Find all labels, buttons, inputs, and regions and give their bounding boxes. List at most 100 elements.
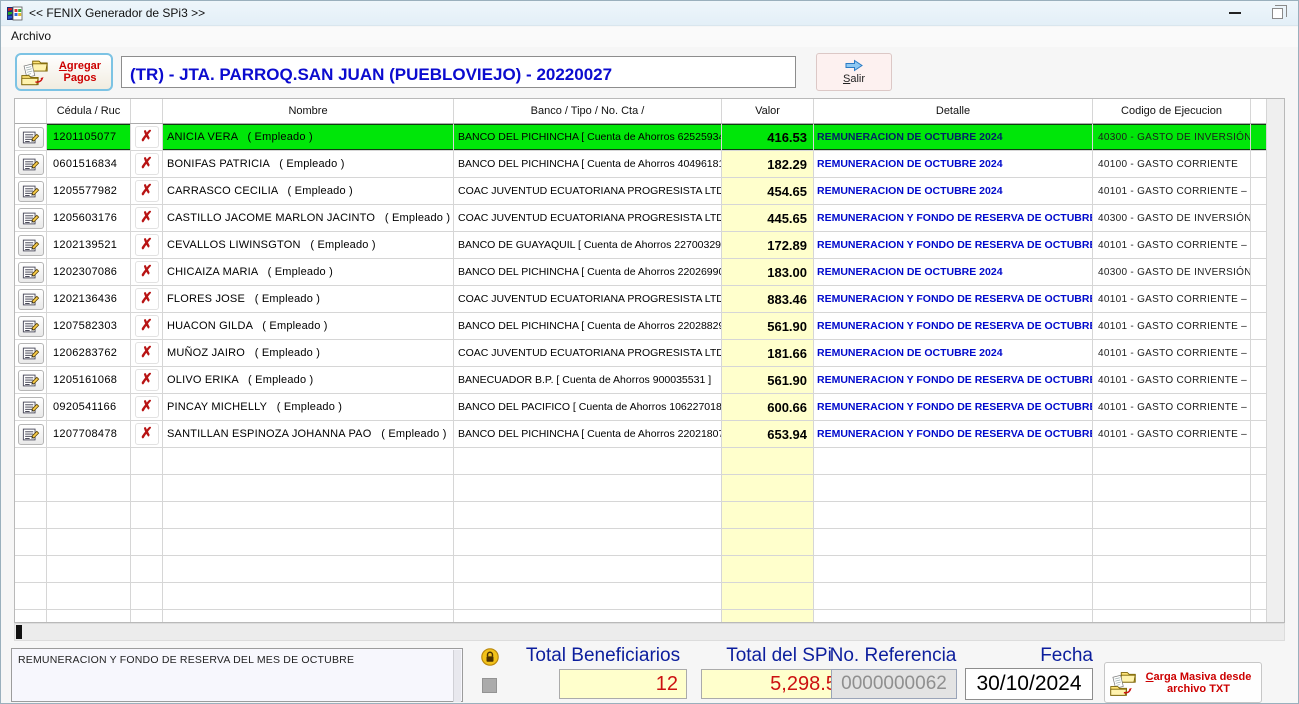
- banco-cell: COAC JUVENTUD ECUATORIANA PROGRESISTA LT…: [454, 340, 722, 367]
- carga-masiva-label: Carga Masiva desde archivo TXT: [1140, 671, 1257, 695]
- edit-row-button[interactable]: [18, 424, 44, 445]
- table-row[interactable]: 1202136436✗FLORES JOSE ( Empleado )COAC …: [15, 286, 1284, 313]
- delete-row-button[interactable]: ✗: [135, 369, 159, 391]
- detalle-cell: [814, 502, 1093, 529]
- table-row[interactable]: 0920541166✗PINCAY MICHELLY ( Empleado )B…: [15, 394, 1284, 421]
- table-row-empty[interactable]: [15, 610, 1284, 623]
- table-row-empty[interactable]: [15, 556, 1284, 583]
- delete-row-button[interactable]: ✗: [135, 288, 159, 310]
- edit-icon: [22, 157, 40, 172]
- cedula-cell: [47, 448, 131, 475]
- delete-cell: ✗: [131, 178, 163, 205]
- delete-row-button[interactable]: ✗: [135, 342, 159, 364]
- table-row-empty[interactable]: [15, 583, 1284, 610]
- edit-row-button[interactable]: [18, 316, 44, 337]
- table-row[interactable]: 1207582303✗HUACON GILDA ( Empleado )BANC…: [15, 313, 1284, 340]
- carga-masiva-button[interactable]: Carga Masiva desde archivo TXT: [1104, 662, 1262, 703]
- edit-row-button[interactable]: [18, 397, 44, 418]
- edit-row-button[interactable]: [18, 370, 44, 391]
- table-row-empty[interactable]: [15, 502, 1284, 529]
- delete-cell: [131, 475, 163, 502]
- nombre-cell: CEVALLOS LIWINSGTON ( Empleado ): [163, 232, 454, 259]
- header-edit: [15, 99, 47, 123]
- delete-row-button[interactable]: ✗: [135, 234, 159, 256]
- edit-row-button[interactable]: [18, 208, 44, 229]
- banco-cell: COAC JUVENTUD ECUATORIANA PROGRESISTA LT…: [454, 178, 722, 205]
- delete-row-button[interactable]: ✗: [135, 207, 159, 229]
- exit-arrow-icon: [844, 59, 864, 72]
- salir-button[interactable]: Salir: [816, 53, 892, 91]
- edit-cell: [15, 151, 47, 178]
- delete-row-button[interactable]: ✗: [135, 423, 159, 445]
- delete-row-button[interactable]: ✗: [135, 315, 159, 337]
- edit-cell: [15, 232, 47, 259]
- edit-row-button[interactable]: [18, 262, 44, 283]
- valor-cell: 454.65: [722, 178, 814, 205]
- cedula-cell: 1205161068: [47, 367, 131, 394]
- h-scrollbar-thumb[interactable]: [16, 625, 22, 639]
- table-row-empty[interactable]: [15, 448, 1284, 475]
- edit-icon: [22, 400, 40, 415]
- table-row[interactable]: 1202139521✗CEVALLOS LIWINSGTON ( Emplead…: [15, 232, 1284, 259]
- banco-cell: BANECUADOR B.P. [ Cuenta de Ahorros 9000…: [454, 367, 722, 394]
- table-row-empty[interactable]: [15, 529, 1284, 556]
- table-row-empty[interactable]: [15, 475, 1284, 502]
- table-row[interactable]: 1205603176✗CASTILLO JACOME MARLON JACINT…: [15, 205, 1284, 232]
- edit-cell: [15, 367, 47, 394]
- delete-cell: [131, 448, 163, 475]
- agregar-pagos-label: Agregar Pagos: [52, 60, 108, 84]
- valor-cell: 183.00: [722, 259, 814, 286]
- edit-cell: [15, 502, 47, 529]
- delete-cell: ✗: [131, 232, 163, 259]
- agregar-pagos-button[interactable]: Agregar Pagos: [15, 53, 113, 91]
- horizontal-scrollbar[interactable]: [14, 623, 1285, 641]
- observacion-scrollbar[interactable]: [453, 650, 461, 702]
- edit-row-button[interactable]: [18, 154, 44, 175]
- edit-cell: [15, 394, 47, 421]
- delete-cell: [131, 610, 163, 623]
- banco-cell: [454, 475, 722, 502]
- maximize-button[interactable]: [1260, 3, 1294, 23]
- valor-cell: 561.90: [722, 367, 814, 394]
- fecha-label: Fecha: [1001, 645, 1093, 667]
- vertical-scrollbar[interactable]: [1266, 99, 1284, 622]
- table-row[interactable]: 0601516834✗BONIFAS PATRICIA ( Empleado )…: [15, 151, 1284, 178]
- codigo-cell: [1093, 556, 1251, 583]
- menu-bar: Archivo: [1, 27, 1298, 47]
- table-row[interactable]: 1207708478✗SANTILLAN ESPINOZA JOHANNA PA…: [15, 421, 1284, 448]
- delete-row-button[interactable]: ✗: [135, 261, 159, 283]
- detalle-cell: REMUNERACION Y FONDO DE RESERVA DE OCTUB…: [814, 313, 1093, 340]
- edit-row-button[interactable]: [18, 235, 44, 256]
- delete-cell: [131, 502, 163, 529]
- cedula-cell: [47, 556, 131, 583]
- restore-icon: [1272, 8, 1283, 19]
- window-title: << FENIX Generador de SPi3 >>: [29, 6, 205, 20]
- delete-row-button[interactable]: ✗: [135, 126, 159, 148]
- nombre-cell: [163, 610, 454, 623]
- delete-row-button[interactable]: ✗: [135, 153, 159, 175]
- edit-cell: [15, 556, 47, 583]
- table-row[interactable]: 1206283762✗MUÑOZ JAIRO ( Empleado )COAC …: [15, 340, 1284, 367]
- edit-row-button[interactable]: [18, 343, 44, 364]
- table-row[interactable]: 1205161068✗OLIVO ERIKA ( Empleado )BANEC…: [15, 367, 1284, 394]
- edit-row-button[interactable]: [18, 289, 44, 310]
- delete-row-button[interactable]: ✗: [135, 180, 159, 202]
- table-row[interactable]: 1205577982✗CARRASCO CECILIA ( Empleado )…: [15, 178, 1284, 205]
- header-banco: Banco / Tipo / No. Cta /: [454, 99, 722, 123]
- observacion-memo[interactable]: REMUNERACION Y FONDO DE RESERVA DEL MES …: [11, 648, 463, 702]
- menu-archivo[interactable]: Archivo: [3, 27, 59, 45]
- fecha-field[interactable]: [965, 668, 1093, 700]
- codigo-cell: 40101 - GASTO CORRIENTE – SUELDOS: [1093, 178, 1251, 205]
- banco-cell: [454, 556, 722, 583]
- banco-cell: [454, 529, 722, 556]
- table-row[interactable]: 1201105077✗ANICIA VERA ( Empleado )BANCO…: [15, 124, 1284, 151]
- edit-row-button[interactable]: [18, 181, 44, 202]
- nombre-cell: OLIVO ERIKA ( Empleado ): [163, 367, 454, 394]
- edit-row-button[interactable]: [18, 127, 44, 148]
- table-row[interactable]: 1202307086✗CHICAIZA MARIA ( Empleado )BA…: [15, 259, 1284, 286]
- minimize-button[interactable]: [1218, 3, 1252, 23]
- banco-cell: BANCO DEL PICHINCHA [ Cuenta de Ahorros …: [454, 151, 722, 178]
- delete-row-button[interactable]: ✗: [135, 396, 159, 418]
- valor-cell: 182.29: [722, 151, 814, 178]
- entity-title-field[interactable]: [121, 56, 796, 88]
